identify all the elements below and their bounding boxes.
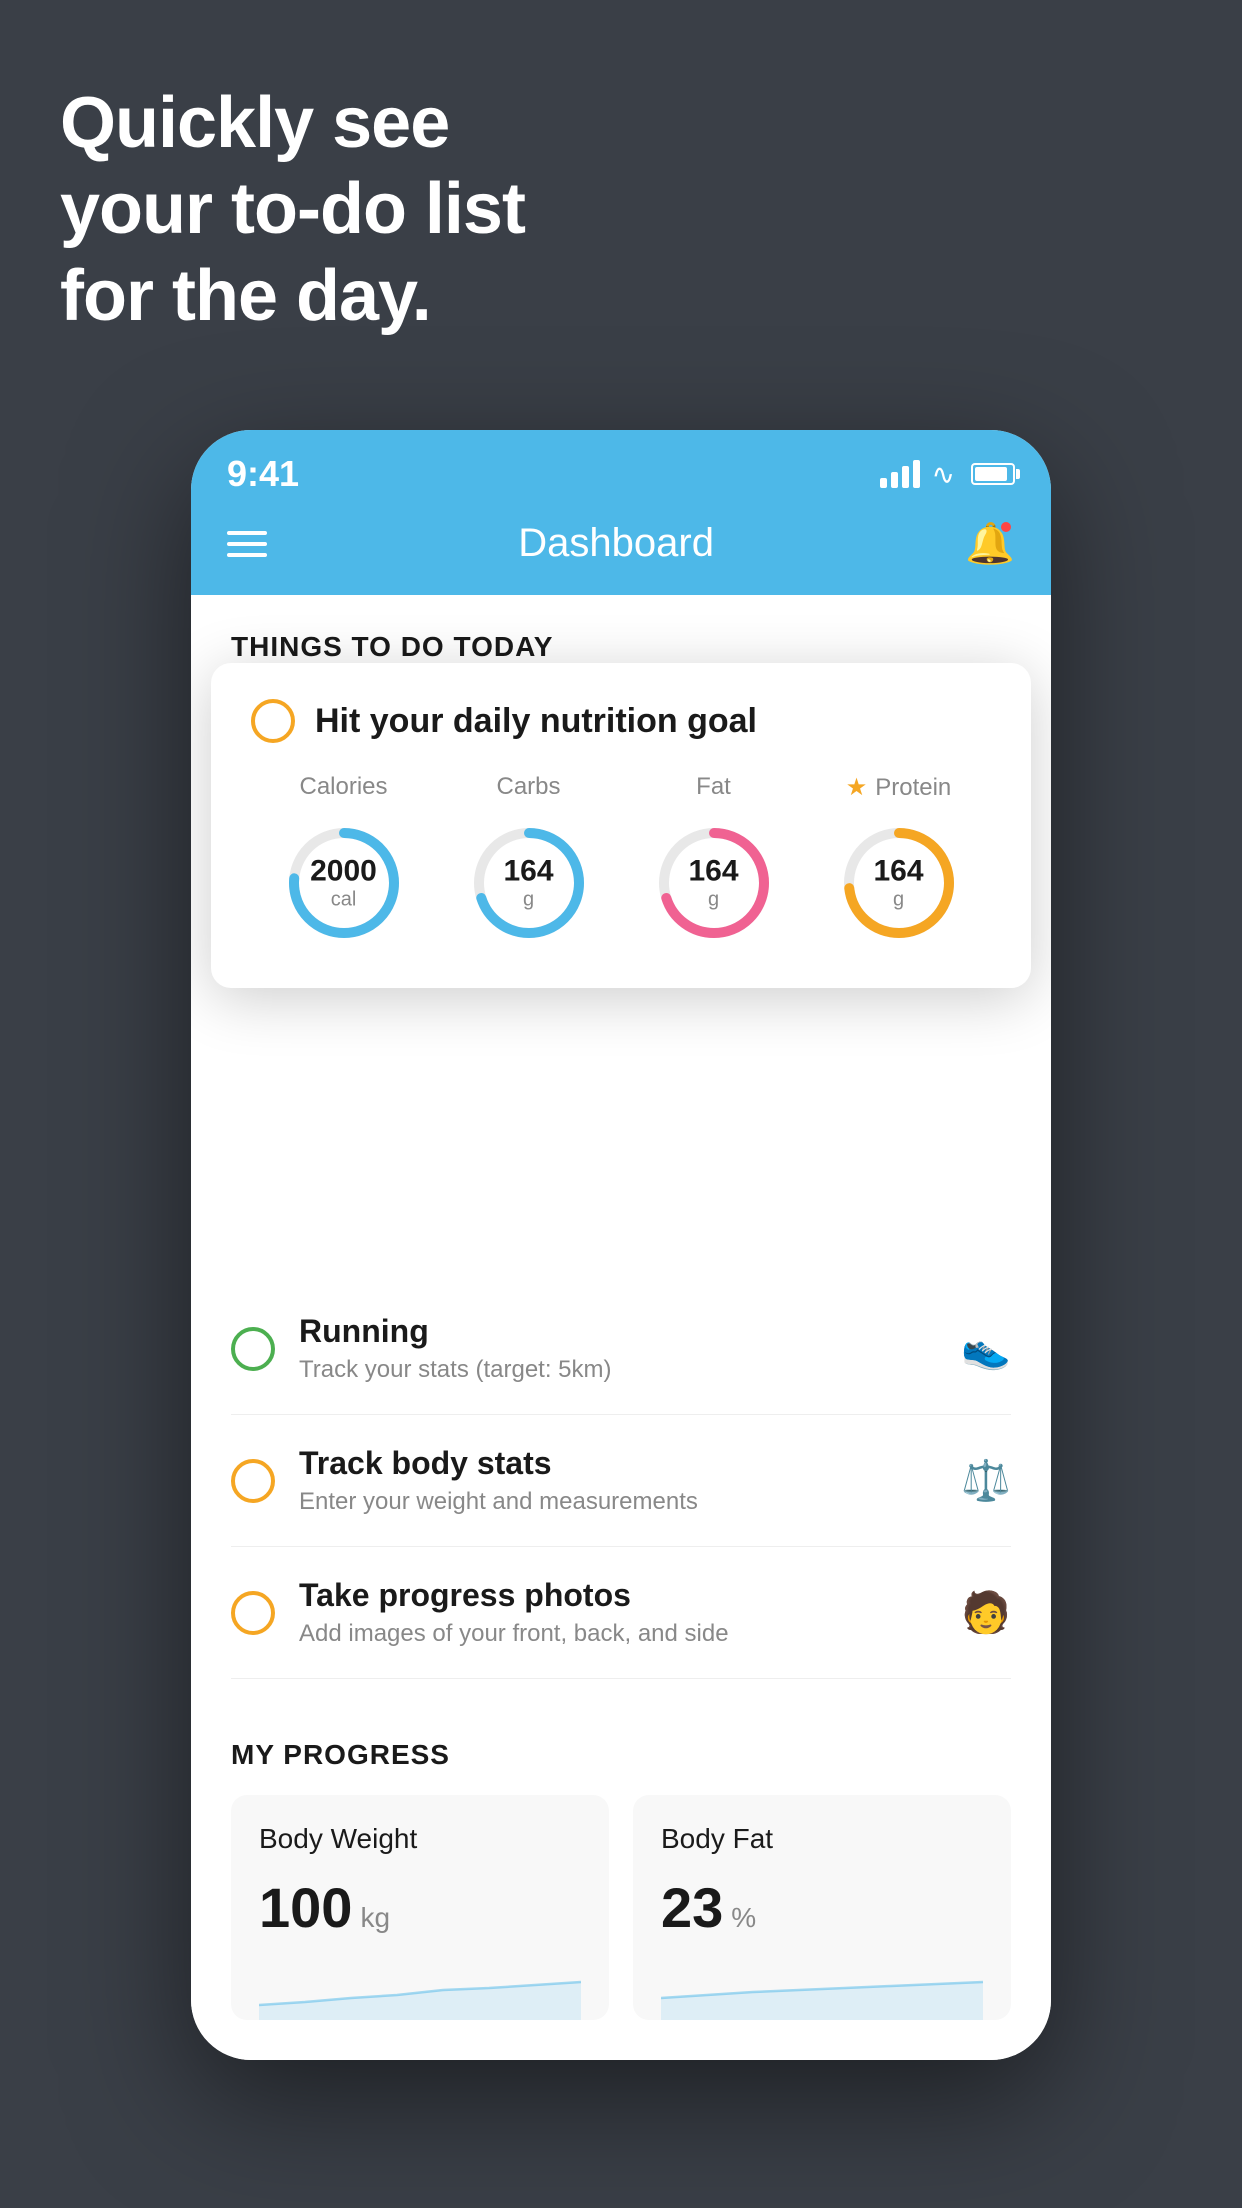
phone-mockup: 9:41 ∿ Dashboard 🔔 THINGS TO DO TODAY [191, 430, 1051, 2060]
label-carbs: Carbs [449, 773, 609, 802]
task-running[interactable]: Running Track your stats (target: 5km) 👟 [231, 1283, 1011, 1415]
star-icon: ★ [846, 773, 868, 802]
running-icon: 👟 [961, 1325, 1011, 1372]
bodystats-desc: Enter your weight and measurements [299, 1488, 937, 1516]
body-fat-value-row: 23 % [661, 1875, 983, 1940]
photos-desc: Add images of your front, back, and side [299, 1620, 937, 1648]
battery-icon [971, 463, 1015, 485]
body-fat-title: Body Fat [661, 1823, 983, 1855]
body-weight-value-row: 100 kg [259, 1875, 581, 1940]
progress-cards: Body Weight 100 kg Body Fat [231, 1795, 1011, 2020]
task-list: Running Track your stats (target: 5km) 👟… [191, 1283, 1051, 1679]
card-title-row: Hit your daily nutrition goal [251, 699, 991, 743]
running-info: Running Track your stats (target: 5km) [299, 1313, 937, 1384]
calories-circle: 2000 cal [264, 818, 424, 948]
body-fat-card: Body Fat 23 % [633, 1795, 1011, 2020]
hero-line1: Quickly see [60, 80, 525, 166]
body-fat-value: 23 [661, 1875, 723, 1940]
progress-title: MY PROGRESS [231, 1739, 1011, 1771]
label-calories: Calories [264, 773, 424, 802]
hero-text: Quickly see your to-do list for the day. [60, 80, 525, 339]
carbs-circle: 164 g [449, 818, 609, 948]
fat-unit: g [688, 889, 738, 912]
task-body-stats[interactable]: Track body stats Enter your weight and m… [231, 1415, 1011, 1547]
photos-checkbox[interactable] [231, 1591, 275, 1635]
body-weight-chart [259, 1960, 581, 2020]
fat-donut: 164 g [649, 818, 779, 948]
body-weight-card: Body Weight 100 kg [231, 1795, 609, 2020]
status-bar: 9:41 ∿ [191, 430, 1051, 500]
signal-icon [880, 460, 920, 488]
hero-line3: for the day. [60, 253, 525, 339]
fat-circle: 164 g [634, 818, 794, 948]
nutrition-checkbox[interactable] [251, 699, 295, 743]
nav-title: Dashboard [518, 521, 714, 566]
protein-circle: 164 g [819, 818, 979, 948]
carbs-value: 164 [503, 855, 553, 889]
protein-donut: 164 g [834, 818, 964, 948]
nutrition-card-title: Hit your daily nutrition goal [315, 702, 757, 741]
bodystats-name: Track body stats [299, 1445, 937, 1482]
nav-bar: Dashboard 🔔 [191, 500, 1051, 595]
nutrition-labels: Calories Carbs Fat ★ Protein [251, 773, 991, 802]
app-content: THINGS TO DO TODAY Hit your daily nutrit… [191, 595, 1051, 2060]
body-fat-chart [661, 1960, 983, 2020]
body-fat-unit: % [731, 1902, 756, 1934]
body-weight-title: Body Weight [259, 1823, 581, 1855]
photos-name: Take progress photos [299, 1577, 937, 1614]
nutrition-card: Hit your daily nutrition goal Calories C… [211, 663, 1031, 988]
wifi-icon: ∿ [932, 458, 955, 491]
status-time: 9:41 [227, 453, 299, 495]
status-icons: ∿ [880, 458, 1015, 491]
running-desc: Track your stats (target: 5km) [299, 1356, 937, 1384]
progress-section: MY PROGRESS Body Weight 100 kg [191, 1679, 1051, 2060]
carbs-unit: g [503, 889, 553, 912]
label-fat: Fat [634, 773, 794, 802]
body-weight-unit: kg [360, 1902, 390, 1934]
protein-value: 164 [873, 855, 923, 889]
photos-info: Take progress photos Add images of your … [299, 1577, 937, 1648]
calories-unit: cal [310, 889, 377, 912]
hamburger-menu[interactable] [227, 531, 267, 557]
calories-donut: 2000 cal [279, 818, 409, 948]
photos-icon: 🧑 [961, 1589, 1011, 1636]
running-checkbox[interactable] [231, 1327, 275, 1371]
carbs-donut: 164 g [464, 818, 594, 948]
body-weight-value: 100 [259, 1875, 352, 1940]
notification-dot [999, 520, 1013, 534]
bodystats-icon: ⚖️ [961, 1457, 1011, 1504]
floating-card-wrapper: Hit your daily nutrition goal Calories C… [191, 683, 1051, 1063]
protein-unit: g [873, 889, 923, 912]
bell-icon[interactable]: 🔔 [965, 520, 1015, 567]
bodystats-checkbox[interactable] [231, 1459, 275, 1503]
calories-value: 2000 [310, 855, 377, 889]
hero-line2: your to-do list [60, 166, 525, 252]
bodystats-info: Track body stats Enter your weight and m… [299, 1445, 937, 1516]
nutrition-circles: 2000 cal 164 [251, 818, 991, 948]
fat-value: 164 [688, 855, 738, 889]
running-name: Running [299, 1313, 937, 1350]
task-progress-photos[interactable]: Take progress photos Add images of your … [231, 1547, 1011, 1679]
label-protein: ★ Protein [819, 773, 979, 802]
